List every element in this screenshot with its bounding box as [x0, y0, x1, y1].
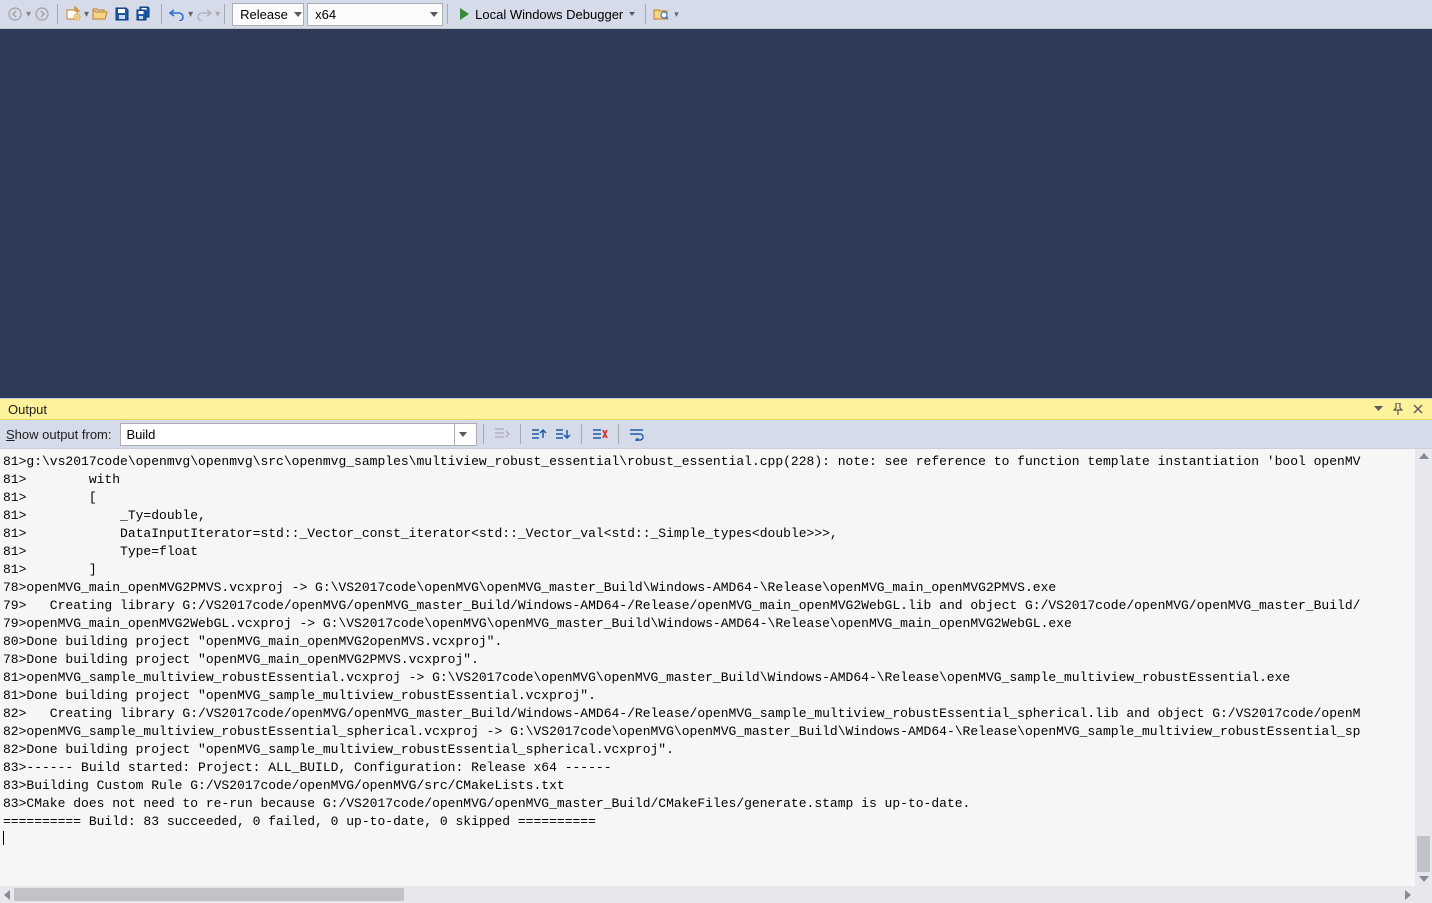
scroll-corner: [1415, 886, 1432, 903]
close-panel-button[interactable]: [1410, 401, 1426, 417]
separator: [161, 4, 162, 24]
toggle-wordwrap-button[interactable]: [626, 423, 648, 445]
folder-search-icon: [653, 6, 669, 22]
save-icon: [114, 6, 130, 22]
nav-forward-button[interactable]: [31, 3, 53, 26]
separator: [645, 4, 646, 24]
solution-config-dropdown[interactable]: Release: [232, 3, 304, 26]
redo-icon: [196, 7, 212, 21]
separator: [224, 4, 225, 24]
editor-area: [0, 29, 1432, 398]
window-position-button[interactable]: [1370, 401, 1386, 417]
scroll-down-icon[interactable]: [1419, 876, 1429, 882]
output-text-area[interactable]: 81>g:\vs2017code\openmvg\openmvg\src\ope…: [0, 449, 1432, 903]
redo-button[interactable]: [193, 3, 215, 26]
new-project-icon: [65, 6, 81, 22]
find-in-files-button[interactable]: [650, 3, 672, 26]
scroll-left-icon[interactable]: [4, 890, 10, 900]
save-button[interactable]: [111, 3, 133, 26]
separator: [618, 424, 619, 444]
circle-arrow-left-icon: [8, 7, 22, 21]
chevron-down-icon: [629, 12, 635, 16]
clear-list-icon: [592, 427, 608, 441]
open-file-button[interactable]: [89, 3, 111, 26]
separator: [483, 424, 484, 444]
scroll-right-icon[interactable]: [1405, 890, 1411, 900]
save-all-button[interactable]: [133, 3, 157, 26]
output-panel-title: Output: [8, 402, 47, 417]
output-source-dropdown[interactable]: Build: [120, 423, 477, 446]
word-wrap-icon: [629, 427, 645, 441]
clear-all-button[interactable]: [589, 423, 611, 445]
goto-next-message-button[interactable]: [552, 423, 574, 445]
chevron-down-icon: [454, 424, 472, 445]
hscroll-thumb[interactable]: [14, 888, 404, 901]
save-all-icon: [136, 6, 154, 22]
folder-open-icon: [92, 6, 108, 22]
output-source-value: Build: [127, 427, 156, 442]
start-debugging-button[interactable]: Local Windows Debugger: [452, 3, 641, 26]
main-toolbar: ▾ ▾ ▾ ▾ Release x64: [0, 0, 1432, 29]
goto-message-button: [491, 423, 513, 445]
vscroll-thumb[interactable]: [1417, 836, 1430, 872]
play-icon: [460, 8, 469, 20]
hscroll-track[interactable]: [14, 886, 1401, 903]
nav-back-button[interactable]: [4, 3, 26, 26]
circle-arrow-right-icon: [35, 7, 49, 21]
pin-icon: [1393, 403, 1403, 415]
separator: [581, 424, 582, 444]
scroll-up-icon[interactable]: [1419, 453, 1429, 459]
output-panel-titlebar[interactable]: Output: [0, 398, 1432, 420]
list-down-icon: [555, 427, 571, 441]
chevron-down-icon: [1374, 406, 1383, 412]
show-output-from-label: Show output from:: [6, 427, 112, 442]
separator: [57, 4, 58, 24]
solution-platform-value: x64: [315, 7, 336, 22]
chevron-down-icon: [430, 12, 438, 17]
list-up-icon: [531, 427, 547, 441]
output-panel-toolbar: Show output from: Build: [0, 420, 1432, 449]
undo-icon: [169, 7, 185, 21]
vscroll-track[interactable]: [1415, 463, 1432, 872]
autohide-button[interactable]: [1390, 401, 1406, 417]
chevron-down-icon: [294, 12, 302, 17]
separator: [447, 4, 448, 24]
solution-config-value: Release: [240, 7, 288, 22]
debugger-label: Local Windows Debugger: [475, 7, 623, 22]
undo-button[interactable]: [166, 3, 188, 26]
separator: [520, 424, 521, 444]
close-icon: [1413, 404, 1423, 414]
vertical-scrollbar[interactable]: [1415, 449, 1432, 886]
solution-platform-dropdown[interactable]: x64: [307, 3, 443, 26]
horizontal-scrollbar[interactable]: [0, 886, 1415, 903]
goto-line-icon: [494, 427, 510, 441]
goto-prev-message-button[interactable]: [528, 423, 550, 445]
new-project-button[interactable]: [62, 3, 84, 26]
